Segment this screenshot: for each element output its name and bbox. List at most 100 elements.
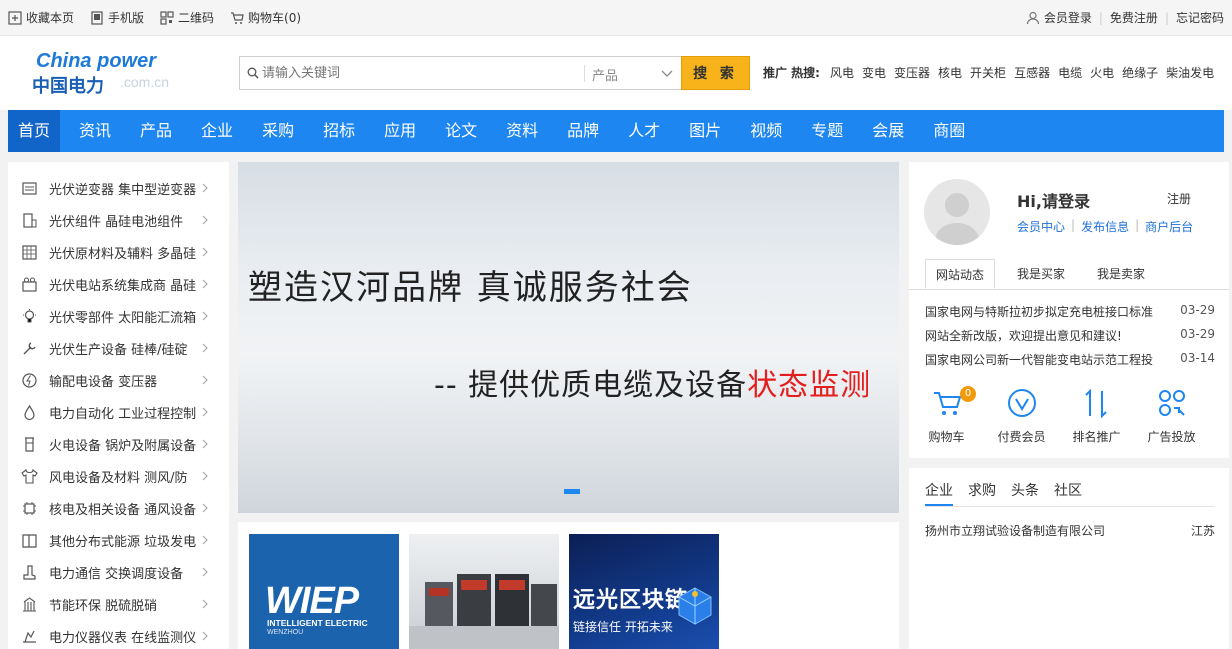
hot-term[interactable]: 风电 [830,64,854,81]
top-bar: 收藏本页 手机版 二维码 购物车(0) 会员登录 | 免费注册 | 忘记密码 [0,0,1232,36]
hot-term[interactable]: 变压器 [894,64,930,81]
hot-term[interactable]: 核电 [938,64,962,81]
carousel-indicator[interactable] [564,489,580,494]
nav-item-application[interactable]: 应用 [374,110,426,152]
nav-item-news[interactable]: 资讯 [69,110,121,152]
sidebar-item[interactable]: 光伏电站系统集成商 晶硅 [8,268,229,300]
thumb-blockchain[interactable]: 远光区块链 链接信任 开拓未来 [569,534,719,649]
search-bar: 产品 搜 索 [239,56,750,90]
quick-rank-button[interactable]: 排名推广 [1059,388,1134,445]
sidebar-item[interactable]: 电力自动化 工业过程控制 [8,396,229,428]
nav-item-topics[interactable]: 专题 [801,110,853,152]
qrcode-link[interactable]: 二维码 [160,9,214,26]
quick-cart-button[interactable]: 0 购物车 [909,386,984,445]
nav-item-videos[interactable]: 视频 [740,110,792,152]
sidebar-item[interactable]: 电力仪器仪表 在线监测仪 [8,620,229,649]
nav-item-purchase[interactable]: 采购 [252,110,304,152]
quick-label: 购物车 [928,430,965,444]
thumb-equipment-photo[interactable] [409,534,559,649]
quick-ad-button[interactable]: 广告投放 [1134,388,1209,445]
tab-purchase[interactable]: 求购 [968,480,996,506]
nav-item-business[interactable]: 商圈 [923,110,975,152]
sidebar-item[interactable]: 光伏组件 晶硅电池组件 [8,204,229,236]
chevron-down-icon[interactable] [660,66,674,80]
hot-term[interactable]: 柴油发电 [1166,64,1214,81]
building-icon [23,596,36,612]
cart-link[interactable]: 购物车(0) [230,9,301,26]
hot-term[interactable]: 火电 [1090,64,1114,81]
search-category-select[interactable]: 产品 [592,65,618,84]
nav-item-companies[interactable]: 企业 [191,110,243,152]
sidebar-item[interactable]: 光伏逆变器 集中型逆变器 [8,172,229,204]
site-logo[interactable]: China power 中国电力 .com.cn [32,50,192,98]
chip-icon [23,501,36,515]
news-item[interactable]: 国家电网公司新一代智能变电站示范工程投 03-14 [925,351,1215,375]
company-list-item[interactable]: 扬州市立翔试验设备制造有限公司 江苏 [925,522,1215,539]
divider [909,289,1229,290]
tab-headlines[interactable]: 头条 [1011,480,1039,506]
nav-item-talent[interactable]: 人才 [618,110,670,152]
sidebar-item[interactable]: 光伏生产设备 硅棒/硅碇 [8,332,229,364]
sidebar-item[interactable]: 风电设备及材料 测风/防 [8,460,229,492]
thumb-blockchain-title: 远光区块链 [573,588,689,613]
quick-vip-button[interactable]: 付费会员 [984,388,1059,445]
publish-info-link[interactable]: 发布信息 [1081,218,1129,235]
top-bar-left: 收藏本页 手机版 二维码 购物车(0) [8,9,317,26]
thumb-wiep-subtitle: INTELLIGENT ELECTRIC [267,618,368,628]
hot-term[interactable]: 绝缘子 [1122,64,1158,81]
chevron-right-icon [202,631,208,641]
login-greeting[interactable]: Hi,请登录 [1017,188,1090,212]
divider: | [1098,10,1103,25]
nav-item-tender[interactable]: 招标 [313,110,365,152]
nav-item-brands[interactable]: 品牌 [557,110,609,152]
hot-term[interactable]: 开关柜 [970,64,1006,81]
sidebar-item[interactable]: 输配电设备 变压器 [8,364,229,396]
forgot-password-link[interactable]: 忘记密码 [1176,9,1224,26]
merchant-backend-link[interactable]: 商户后台 [1145,218,1193,235]
nav-item-images[interactable]: 图片 [679,110,731,152]
nav-item-home[interactable]: 首页 [8,110,61,152]
ad-icon [1158,390,1185,416]
news-item[interactable]: 国家电网与特斯拉初步拟定充电桩接口标准 03-29 [925,303,1215,327]
cart-icon [933,392,961,415]
sidebar-item[interactable]: 其他分布式能源 垃圾发电 [8,524,229,556]
cart-label: 购物车(0) [248,11,302,25]
nav-item-products[interactable]: 产品 [130,110,182,152]
member-center-link[interactable]: 会员中心 [1017,218,1065,235]
register-link[interactable]: 免费注册 [1110,9,1158,26]
search-button[interactable]: 搜 索 [681,56,750,90]
hot-term[interactable]: 互感器 [1014,64,1050,81]
sidebar-item-label: 输配电设备 变压器 [49,374,158,390]
hero-banner[interactable]: 塑造汉河品牌 真诚服务社会 -- 提供优质电缆及设备状态监测 [238,162,899,513]
sidebar-item[interactable]: 光伏原材料及辅料 多晶硅 [8,236,229,268]
sidebar-item[interactable]: 核电及相关设备 通风设备 [8,492,229,524]
sidebar-item-label: 光伏组件 晶硅电池组件 [49,214,184,230]
bookmark-link[interactable]: 收藏本页 [8,9,74,26]
sidebar-item[interactable]: 节能环保 脱硫脱硝 [8,588,229,620]
search-input[interactable] [262,57,580,89]
chevron-right-icon [202,503,208,513]
tab-site-news[interactable]: 网站动态 [925,259,996,289]
thumb-wiep[interactable]: WIEP INTELLIGENT ELECTRIC WENZHOU [249,534,399,649]
mobile-link[interactable]: 手机版 [90,9,144,26]
register-link[interactable]: 注册 [1167,190,1191,207]
tab-companies[interactable]: 企业 [925,480,953,506]
tab-buyer[interactable]: 我是买家 [1007,259,1075,289]
hot-term[interactable]: 电缆 [1058,64,1082,81]
sidebar-item[interactable]: 电力通信 交换调度设备 [8,556,229,588]
hot-term[interactable]: 变电 [862,64,886,81]
news-item[interactable]: 网站全新改版，欢迎提出意见和建议! 03-29 [925,327,1215,351]
rank-icon [1084,388,1107,418]
nav-item-exhibitions[interactable]: 会展 [862,110,914,152]
nav-item-resources[interactable]: 资料 [496,110,548,152]
sidebar-item-label: 光伏逆变器 集中型逆变器 [49,182,197,198]
login-link[interactable]: 会员登录 [1044,9,1092,26]
tab-community[interactable]: 社区 [1054,480,1082,506]
banner-headline: 塑造汉河品牌 真诚服务社会 [248,268,693,308]
tab-seller[interactable]: 我是卖家 [1087,259,1155,289]
nav-item-papers[interactable]: 论文 [435,110,487,152]
avatar[interactable] [924,179,990,245]
sidebar-item[interactable]: 光伏零部件 太阳能汇流箱 [8,300,229,332]
hot-searches: 推广 热搜: 风电 变电 变压器 核电 开关柜 互感器 电缆 火电 绝缘子 柴油… [763,64,1222,81]
sidebar-item[interactable]: 火电设备 锅炉及附属设备 [8,428,229,460]
